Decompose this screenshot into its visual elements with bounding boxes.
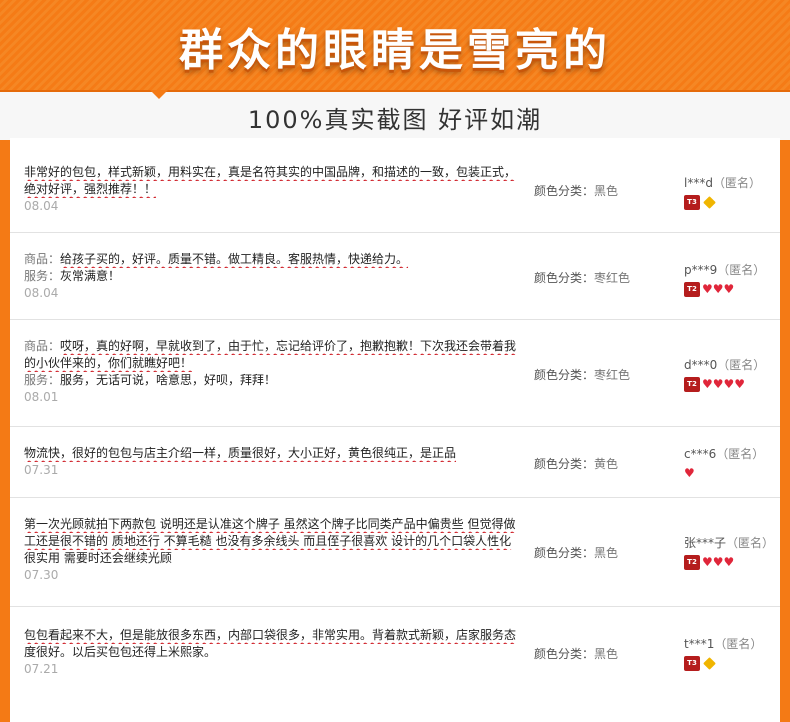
review-text-line: 非常好的包包，样式新颖，用料实在，真是名符其实的中国品牌，和描述的一致，包装正式… — [24, 165, 517, 179]
reviewer: t***1（匿名） T3 — [684, 635, 780, 671]
review-text-line: 哎呀，真的好啊，早就收到了，由于忙，忘记给评价了，抱歉抱歉！下次我还会带着我 — [60, 339, 517, 353]
heart-icon: ♥♥♥ — [702, 282, 735, 296]
heart-icon: ♥♥♥♥ — [702, 377, 746, 391]
review-comment: 第一次光顾就拍下两款包 说明还是认准这个牌子 虽然这个牌子比同类产品中偏贵些 但… — [24, 516, 524, 583]
review-comment: 商品：给孩子买的，好评。质量不错。做工精良。客服热情，快递给力。 服务：灰常满意… — [24, 251, 524, 301]
rank-badge-icon: T3 — [684, 194, 700, 210]
review-text-line: 工还是很不错的 质地还行 不算毛糙 也没有多余线头 而且侄子很喜欢 设计的几个口… — [24, 534, 512, 548]
review-list: 非常好的包包，样式新颖，用料实在，真是名符其实的中国品牌，和描述的一致，包装正式… — [10, 138, 780, 722]
diamond-icon — [703, 656, 716, 670]
reviewer-name[interactable]: l***d — [684, 176, 713, 190]
color-category: 颜色分类：枣红色 — [534, 368, 631, 382]
rank-badge-icon: T2 — [684, 554, 700, 570]
color-category: 颜色分类：黑色 — [534, 184, 619, 198]
review-text-line: 物流快，很好的包包与店主介绍一样，质量很好，大小正好，黄色很纯正，是正品 — [24, 446, 457, 460]
rank-badge-icon: T2 — [684, 281, 700, 297]
review-text-line: 度很好。以后买包包还得上米熙家。 — [24, 645, 217, 659]
review-comment: 非常好的包包，样式新颖，用料实在，真是名符其实的中国品牌，和描述的一致，包装正式… — [24, 164, 524, 214]
diamond-icon — [703, 195, 716, 209]
review-row: 物流快，很好的包包与店主介绍一样，质量很好，大小正好，黄色很纯正，是正品 07.… — [10, 427, 780, 498]
reviewer-name[interactable]: c***6 — [684, 447, 716, 461]
rank-badge-icon: T3 — [684, 655, 700, 671]
review-row: 商品：哎呀，真的好啊，早就收到了，由于忙，忘记给评价了，抱歉抱歉！下次我还会带着… — [10, 320, 780, 427]
color-category: 颜色分类：黑色 — [534, 647, 619, 661]
reviewer-rank: T2 ♥♥♥♥ — [684, 376, 780, 392]
review-date: 07.31 — [24, 463, 59, 477]
review-date: 07.21 — [24, 662, 59, 676]
rank-badge-icon: T2 — [684, 376, 700, 392]
subtitle-bar: 100%真实截图 好评如潮 — [0, 90, 790, 140]
review-text-line: 第一次光顾就拍下两款包 说明还是认准这个牌子 虽然这个牌子比同类产品中偏贵些 但… — [24, 517, 516, 531]
color-category: 颜色分类：黑色 — [534, 546, 619, 560]
heart-icon: ♥ — [684, 466, 695, 480]
reviewer-rank: T2 ♥♥♥ — [684, 281, 780, 297]
heart-icon: ♥♥♥ — [702, 555, 735, 569]
reviewer: 张***子（匿名） T2 ♥♥♥ — [684, 534, 780, 570]
reviewer-name[interactable]: d***0 — [684, 358, 717, 372]
reviewer-name[interactable]: p***9 — [684, 263, 717, 277]
reviewer-rank: T2 ♥♥♥ — [684, 554, 780, 570]
review-text-line: 绝对好评，强烈推荐！！ — [24, 182, 157, 196]
page-title: 群众的眼睛是雪亮的 — [179, 25, 611, 76]
review-date: 07.30 — [24, 568, 59, 582]
review-comment: 商品：哎呀，真的好啊，早就收到了，由于忙，忘记给评价了，抱歉抱歉！下次我还会带着… — [24, 338, 524, 405]
header-banner: 群众的眼睛是雪亮的 — [0, 0, 790, 90]
reviewer: d***0（匿名） T2 ♥♥♥♥ — [684, 356, 780, 392]
reviewer-rank: ♥ — [684, 465, 780, 481]
reviewer-name[interactable]: t***1 — [684, 637, 714, 651]
reviewer: c***6（匿名） ♥ — [684, 445, 780, 481]
review-row: 包包看起来不大，但是能放很多东西，内部口袋很多，非常实用。背着款式新颖，店家服务… — [10, 607, 780, 707]
reviewer-rank: T3 — [684, 655, 780, 671]
review-date: 08.04 — [24, 199, 59, 213]
review-row: 非常好的包包，样式新颖，用料实在，真是名符其实的中国品牌，和描述的一致，包装正式… — [10, 138, 780, 233]
review-service-text: 服务，无话可说，啥意思，好呗，拜拜！ — [60, 373, 277, 387]
reviewer: l***d（匿名） T3 — [684, 174, 780, 210]
color-category: 颜色分类：枣红色 — [534, 271, 631, 285]
review-text-line: 的小伙伴来的，你们就瞧好吧！ — [24, 356, 193, 370]
review-service-text: 灰常满意！ — [60, 269, 121, 283]
review-comment: 物流快，很好的包包与店主介绍一样，质量很好，大小正好，黄色很纯正，是正品 07.… — [24, 445, 524, 478]
review-text-line: 很实用 需要时还会继续光顾 — [24, 551, 172, 565]
review-date: 08.04 — [24, 286, 59, 300]
reviewer: p***9（匿名） T2 ♥♥♥ — [684, 261, 780, 297]
review-row: 第一次光顾就拍下两款包 说明还是认准这个牌子 虽然这个牌子比同类产品中偏贵些 但… — [10, 498, 780, 607]
review-text-line: 包包看起来不大，但是能放很多东西，内部口袋很多，非常实用。背着款式新颖，店家服务… — [24, 628, 517, 642]
color-category: 颜色分类：黄色 — [534, 457, 619, 471]
review-date: 08.01 — [24, 390, 59, 404]
reviewer-rank: T3 — [684, 194, 780, 210]
review-row: 商品：给孩子买的，好评。质量不错。做工精良。客服热情，快递给力。 服务：灰常满意… — [10, 233, 780, 320]
review-text-line: 给孩子买的，好评。质量不错。做工精良。客服热情，快递给力。 — [60, 252, 409, 266]
reviewer-name[interactable]: 张***子 — [684, 536, 726, 550]
notch-decoration — [150, 90, 168, 99]
page-subtitle: 100%真实截图 好评如潮 — [247, 106, 543, 134]
review-comment: 包包看起来不大，但是能放很多东西，内部口袋很多，非常实用。背着款式新颖，店家服务… — [24, 627, 524, 677]
